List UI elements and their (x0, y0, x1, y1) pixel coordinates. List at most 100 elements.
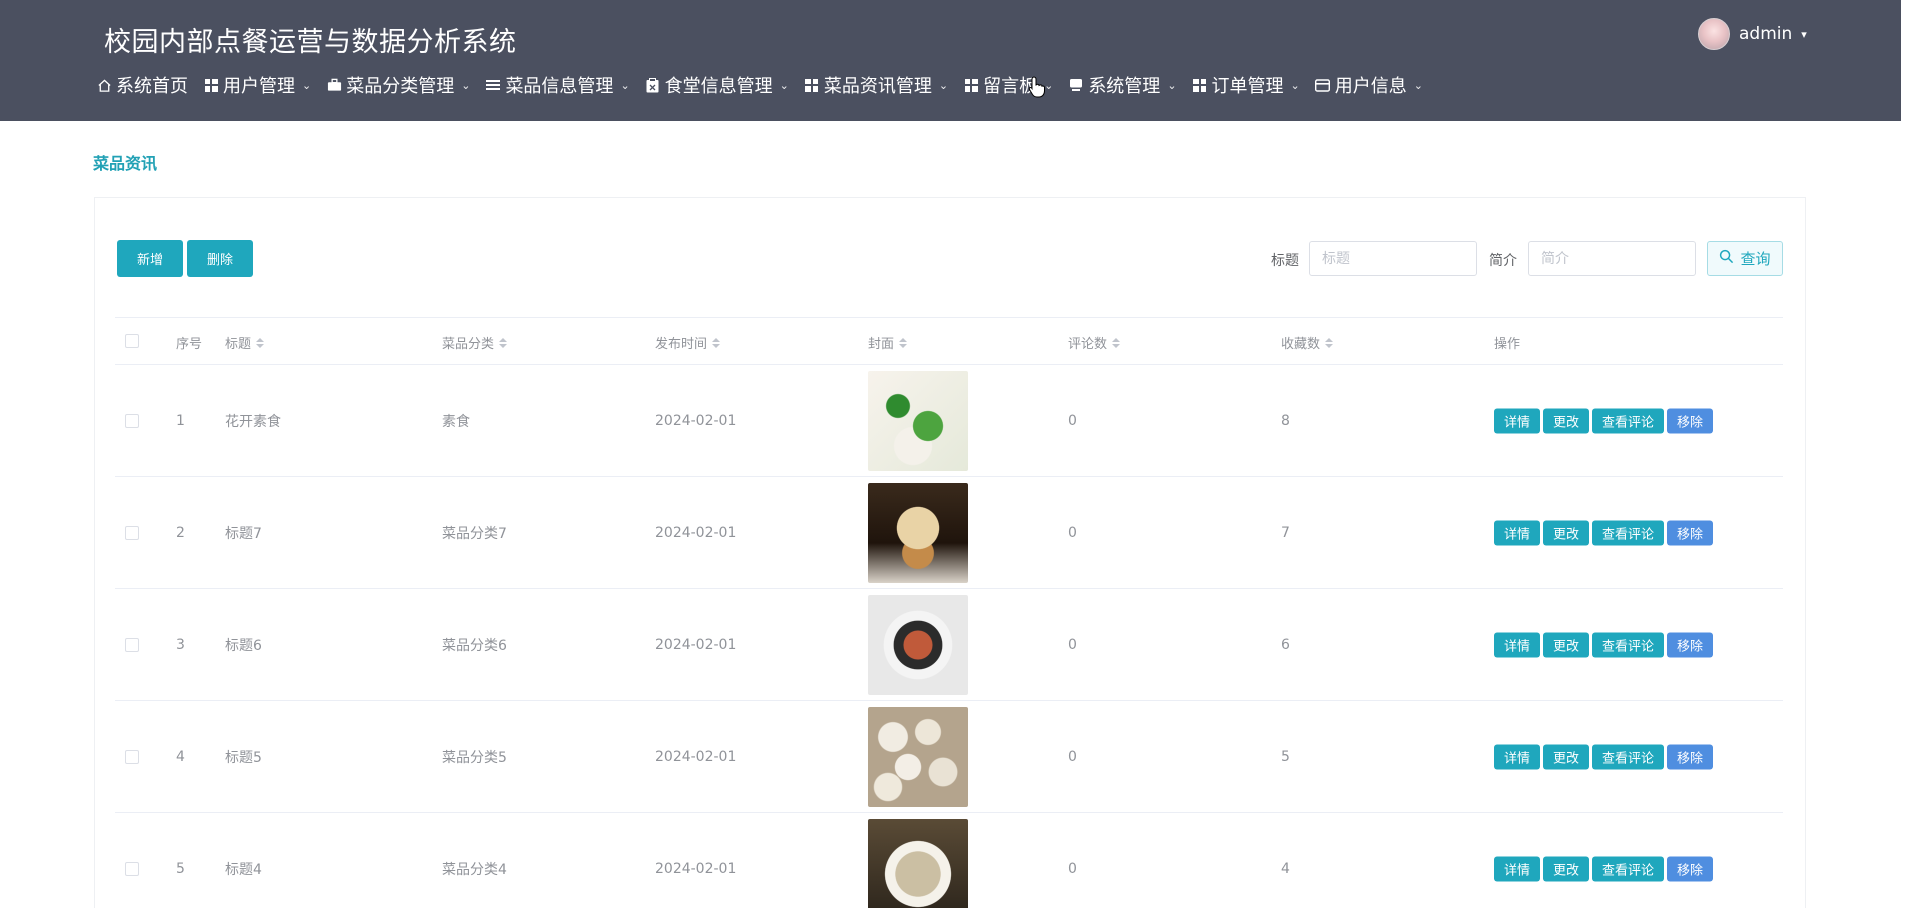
pointer-cursor-icon (1028, 76, 1046, 102)
user-menu[interactable]: admin ▾ (1698, 18, 1807, 50)
sort-icon (1325, 337, 1334, 348)
nav-item-users[interactable]: 用户管理 ⌄ (203, 72, 311, 98)
row-index: 1 (176, 412, 185, 429)
row-cover-image[interactable] (868, 595, 968, 695)
row-index: 5 (176, 860, 185, 877)
detail-button[interactable]: 详情 (1494, 744, 1541, 769)
intro-search-input[interactable] (1528, 241, 1696, 276)
detail-button[interactable]: 详情 (1494, 632, 1541, 657)
row-checkbox[interactable] (125, 637, 139, 652)
edit-button[interactable]: 更改 (1543, 632, 1590, 657)
row-checkbox[interactable] (125, 413, 139, 428)
avatar (1698, 18, 1730, 50)
header-comments[interactable]: 评论数 (1068, 333, 1121, 352)
sort-icon (256, 337, 265, 348)
nav-item-user-info[interactable]: 用户信息 ⌄ (1315, 72, 1423, 98)
monitor-icon (1068, 77, 1084, 93)
row-publish-time: 2024-02-01 (655, 636, 737, 653)
row-checkbox[interactable] (125, 525, 139, 540)
row-checkbox[interactable] (125, 749, 139, 764)
remove-button[interactable]: 移除 (1667, 632, 1714, 657)
row-comments: 0 (1068, 860, 1077, 877)
row-category: 菜品分类4 (442, 861, 507, 878)
nav-item-canteen-info[interactable]: 食堂信息管理 ⌄ (645, 72, 789, 98)
view-comments-button[interactable]: 查看评论 (1592, 856, 1665, 881)
nav-label: 食堂信息管理 (664, 76, 773, 97)
main-nav: 系统首页 用户管理 ⌄ 菜品分类管理 ⌄ 菜品信息管理 ⌄ 食堂信息管理 ⌄ 菜… (96, 72, 1438, 98)
row-comments: 0 (1068, 636, 1077, 653)
home-icon (96, 77, 112, 93)
user-name: admin (1739, 24, 1793, 44)
header-actions: 操作 (1494, 337, 1521, 352)
row-actions: 详情 更改 查看评论 移除 (1494, 408, 1714, 433)
nav-label: 用户信息 (1334, 76, 1407, 97)
delete-button[interactable]: 删除 (187, 240, 253, 277)
row-category: 素食 (442, 413, 470, 430)
row-comments: 0 (1068, 524, 1077, 541)
row-title: 标题7 (225, 525, 262, 542)
edit-button[interactable]: 更改 (1543, 520, 1590, 545)
top-header: 校园内部点餐运营与数据分析系统 admin ▾ 系统首页 用户管理 ⌄ 菜品分类… (0, 0, 1901, 121)
nav-item-dish-news[interactable]: 菜品资讯管理 ⌄ (804, 72, 948, 98)
remove-button[interactable]: 移除 (1667, 744, 1714, 769)
table-row: 2 标题7 菜品分类7 2024-02-01 0 7 详情 更改 查看评论 移除 (115, 477, 1783, 589)
title-search-input[interactable] (1309, 241, 1477, 276)
table-row: 5 标题4 菜品分类4 2024-02-01 0 4 详情 更改 查看评论 移除 (115, 813, 1783, 908)
table-row: 4 标题5 菜品分类5 2024-02-01 0 5 详情 更改 查看评论 移除 (115, 701, 1783, 813)
nav-item-system[interactable]: 系统管理 ⌄ (1068, 72, 1177, 98)
chevron-down-icon: ⌄ (938, 78, 949, 92)
edit-button[interactable]: 更改 (1543, 856, 1590, 881)
sort-icon (1112, 337, 1121, 348)
nav-label: 菜品信息管理 (505, 76, 614, 97)
nav-label: 菜品分类管理 (346, 76, 455, 97)
remove-button[interactable]: 移除 (1667, 408, 1714, 433)
row-category: 菜品分类7 (442, 525, 507, 542)
nav-item-dish-info[interactable]: 菜品信息管理 ⌄ (485, 72, 630, 98)
table-row: 1 花开素食 素食 2024-02-01 0 8 详情 更改 查看评论 移除 (115, 365, 1783, 477)
edit-button[interactable]: 更改 (1543, 408, 1590, 433)
detail-button[interactable]: 详情 (1494, 520, 1541, 545)
header-title[interactable]: 标题 (225, 333, 265, 352)
chevron-down-icon: ⌄ (620, 78, 630, 92)
row-cover-image[interactable] (868, 371, 968, 471)
breadcrumb[interactable]: 菜品资讯 (93, 150, 157, 174)
nav-label: 菜品资讯管理 (823, 76, 932, 97)
edit-button[interactable]: 更改 (1543, 744, 1590, 769)
query-button[interactable]: 查询 (1707, 241, 1783, 276)
row-title: 标题4 (225, 861, 262, 878)
view-comments-button[interactable]: 查看评论 (1592, 408, 1665, 433)
remove-button[interactable]: 移除 (1667, 520, 1714, 545)
view-comments-button[interactable]: 查看评论 (1592, 744, 1665, 769)
row-cover-image[interactable] (868, 483, 968, 583)
nav-item-home[interactable]: 系统首页 (96, 72, 188, 98)
table-row: 3 标题6 菜品分类6 2024-02-01 0 6 详情 更改 查看评论 移除 (115, 589, 1783, 701)
nav-label: 系统首页 (116, 76, 188, 97)
header-category[interactable]: 菜品分类 (442, 333, 508, 352)
row-cover-image[interactable] (868, 707, 968, 807)
nav-item-dish-category[interactable]: 菜品分类管理 ⌄ (326, 72, 470, 98)
chevron-down-icon: ⌄ (1290, 78, 1300, 92)
sort-icon (712, 337, 721, 348)
header-publish-time[interactable]: 发布时间 (655, 333, 721, 352)
row-title: 标题6 (225, 637, 262, 654)
select-all-checkbox[interactable] (125, 334, 139, 348)
list-icon (485, 77, 501, 93)
chevron-down-icon: ⌄ (779, 78, 789, 92)
add-button[interactable]: 新增 (117, 240, 183, 277)
remove-button[interactable]: 移除 (1667, 856, 1714, 881)
view-comments-button[interactable]: 查看评论 (1592, 520, 1665, 545)
detail-button[interactable]: 详情 (1494, 408, 1541, 433)
news-table: 序号 标题 菜品分类 发布时间 封面 评论数 收藏数 操作 1 花开素食 素食 … (115, 317, 1783, 908)
caret-down-icon: ▾ (1801, 27, 1807, 41)
row-cover-image[interactable] (868, 819, 968, 908)
row-checkbox[interactable] (125, 861, 139, 876)
nav-item-orders[interactable]: 订单管理 ⌄ (1192, 72, 1300, 98)
clipboard-icon (645, 77, 661, 93)
header-cover[interactable]: 封面 (868, 333, 908, 352)
sort-icon (499, 337, 508, 348)
detail-button[interactable]: 详情 (1494, 856, 1541, 881)
view-comments-button[interactable]: 查看评论 (1592, 632, 1665, 657)
row-favorites: 6 (1281, 636, 1290, 653)
header-favorites[interactable]: 收藏数 (1281, 333, 1334, 352)
chevron-down-icon: ⌄ (302, 78, 312, 92)
